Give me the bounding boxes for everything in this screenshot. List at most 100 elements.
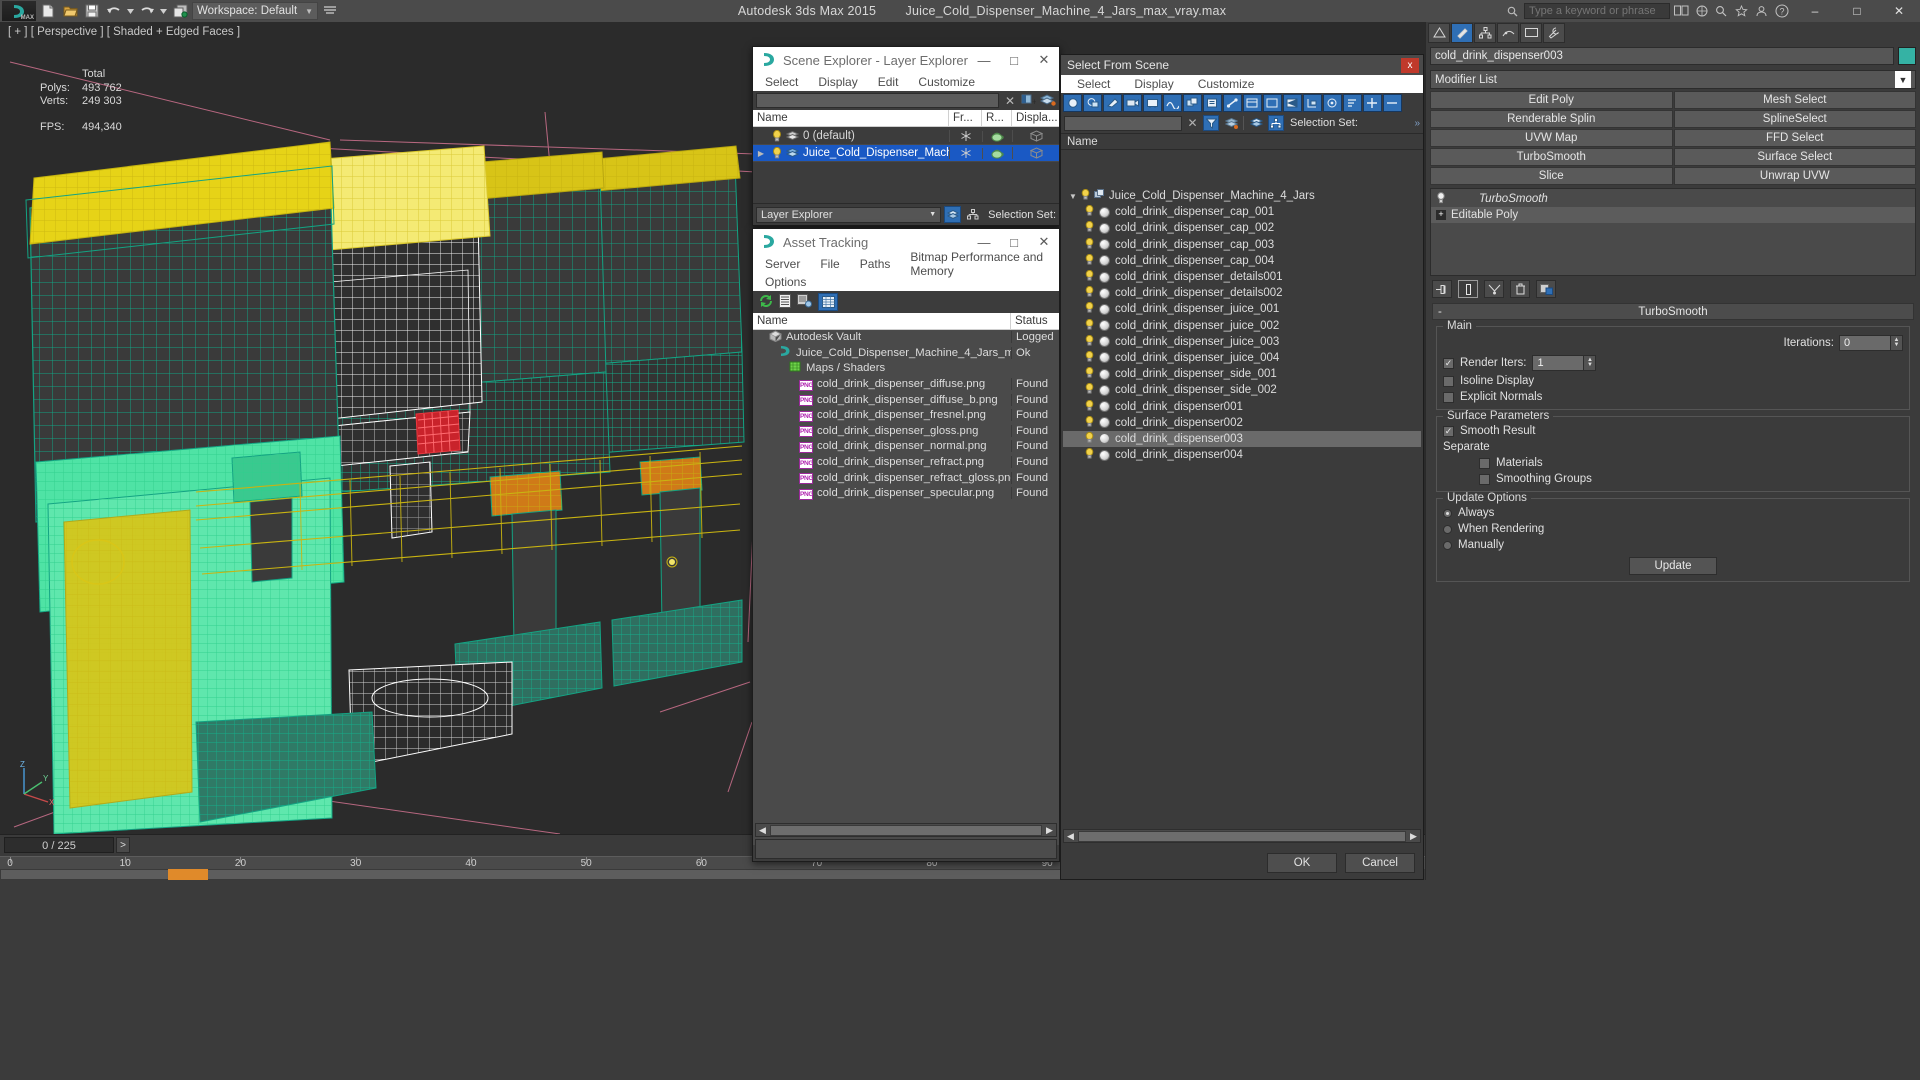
lightbulb-icon[interactable] — [1085, 253, 1094, 268]
object-name-input[interactable] — [1430, 47, 1894, 65]
col-freeze[interactable]: Fr... — [949, 109, 982, 127]
scene-object-row[interactable]: cold_drink_dispenser_cap_003 — [1063, 237, 1421, 253]
command-panel-tabs[interactable] — [1426, 22, 1920, 44]
none-filter-icon[interactable] — [1263, 94, 1282, 112]
explorer-mode-dropdown[interactable]: Layer Explorer ▼ — [756, 206, 942, 223]
layer-list-icon[interactable] — [1248, 115, 1264, 131]
select-from-scene-hscrollbar[interactable]: ◀ ▶ — [1063, 829, 1421, 843]
help-icon[interactable]: ? — [1773, 3, 1790, 20]
undo-icon[interactable] — [104, 1, 124, 21]
refresh-icon[interactable] — [759, 294, 773, 311]
modifier-button-surface-select[interactable]: Surface Select — [1673, 148, 1916, 166]
scene-object-row[interactable]: cold_drink_dispenser004 — [1063, 447, 1421, 463]
smoothing-groups-checkbox[interactable] — [1479, 473, 1490, 485]
influences-icon[interactable] — [1323, 94, 1342, 112]
col-name[interactable]: Name — [753, 109, 949, 127]
scroll-left-icon[interactable]: ◀ — [1064, 831, 1077, 842]
col-render[interactable]: R... — [982, 109, 1012, 127]
lightbulb-icon[interactable] — [1085, 431, 1094, 446]
asset-row[interactable]: PNG cold_drink_dispenser_normal.png Found — [753, 439, 1059, 455]
overflow-icon[interactable]: » — [1414, 118, 1420, 129]
menu-display[interactable]: Display — [1134, 77, 1173, 91]
redo-dropdown-icon[interactable] — [159, 1, 168, 21]
chevron-down-icon[interactable]: ▼ — [1895, 71, 1911, 88]
freeze-toggle-icon[interactable] — [949, 147, 982, 159]
new-file-icon[interactable] — [38, 1, 58, 21]
asset-row[interactable]: PNG cold_drink_dispenser_refract.png Found — [753, 454, 1059, 471]
modifier-stack[interactable]: TurboSmooth + Editable Poly — [1430, 188, 1916, 276]
scene-object-row[interactable]: cold_drink_dispenser_cap_004 — [1063, 253, 1421, 269]
list-view-icon[interactable] — [779, 293, 791, 311]
groups-filter-icon[interactable] — [1183, 94, 1202, 112]
scene-object-row[interactable]: cold_drink_dispenser_side_001 — [1063, 366, 1421, 382]
project-folder-icon[interactable] — [170, 1, 190, 21]
render-iters-input[interactable] — [1532, 355, 1585, 371]
isoline-display-row[interactable]: Isoline Display — [1443, 375, 1903, 387]
asset-row[interactable]: PNG cold_drink_dispenser_diffuse_b.png Fou… — [753, 392, 1059, 408]
tab-utilities[interactable] — [1543, 23, 1565, 43]
menu-customize[interactable]: Customize — [1198, 77, 1255, 91]
modifier-button-mesh-select[interactable]: Mesh Select — [1673, 91, 1916, 109]
update-button[interactable]: Update — [1629, 557, 1717, 575]
render-iters-checkbox[interactable]: ✓ — [1443, 357, 1454, 369]
asset-tracking-rows[interactable]: Autodesk Vault Logged Juice_Cold_Dispenser… — [753, 330, 1059, 845]
scene-root-row[interactable]: ▼ Juice_Cold_Dispenser_Machine_4_Jars — [1063, 188, 1421, 204]
spacewarps-filter-icon[interactable] — [1163, 94, 1182, 112]
modifier-button-uvw-map[interactable]: UVW Map — [1430, 129, 1673, 147]
lightbulb-icon[interactable] — [769, 147, 784, 159]
display-toggle-icon[interactable] — [1012, 130, 1059, 142]
update-always-row[interactable]: Always — [1443, 507, 1903, 519]
lightbulb-icon[interactable] — [1085, 334, 1094, 349]
modifier-button-edit-poly[interactable]: Edit Poly — [1430, 91, 1673, 109]
col-name[interactable]: Name — [753, 312, 1011, 330]
tab-modify[interactable] — [1451, 23, 1473, 43]
update-manually-radio[interactable] — [1443, 540, 1452, 550]
scene-object-row[interactable]: cold_drink_dispenser003 — [1063, 430, 1421, 447]
menu-select[interactable]: Select — [1077, 77, 1110, 91]
turbosmooth-rollout-header[interactable]: - TurboSmooth — [1432, 303, 1914, 320]
scroll-thumb[interactable] — [1078, 830, 1406, 842]
hierarchy-view-toggle-icon[interactable] — [964, 206, 981, 223]
menu-bitmap-performance[interactable]: Bitmap Performance and Memory — [910, 250, 1059, 278]
stack-item-editable-poly[interactable]: + Editable Poly — [1431, 207, 1915, 223]
paths-view-icon[interactable] — [797, 293, 812, 311]
select-from-scene-filter-toolbar[interactable] — [1061, 93, 1423, 113]
object-color-swatch[interactable] — [1898, 47, 1916, 65]
scene-object-row[interactable]: cold_drink_dispenser002 — [1063, 415, 1421, 431]
expand-plus-icon[interactable]: + — [1436, 210, 1446, 220]
menu-paths[interactable]: Paths — [860, 257, 891, 271]
smooth-result-row[interactable]: ✓ Smooth Result — [1443, 425, 1903, 437]
expand-arrow-icon[interactable]: ▼ — [1069, 192, 1077, 201]
save-file-icon[interactable] — [82, 1, 102, 21]
scene-object-row[interactable]: cold_drink_dispenser_details002 — [1063, 285, 1421, 301]
scene-explorer-search-input[interactable] — [756, 93, 999, 108]
xrefs-filter-icon[interactable] — [1203, 94, 1222, 112]
layer-row[interactable]: ▶ Juice_Cold_Dispenser_Machine_4_Jars — [753, 145, 1059, 162]
lightbulb-icon[interactable] — [1085, 415, 1094, 430]
current-frame-field[interactable]: 0 / 225 — [4, 837, 114, 853]
lightbulb-icon[interactable] — [1085, 318, 1094, 333]
lights-filter-icon[interactable] — [1103, 94, 1122, 112]
scene-object-row[interactable]: cold_drink_dispenser_juice_003 — [1063, 334, 1421, 350]
show-end-result-icon[interactable] — [1458, 280, 1478, 298]
scroll-left-icon[interactable]: ◀ — [756, 825, 769, 836]
tab-display[interactable] — [1520, 23, 1542, 43]
asset-row[interactable]: PNG cold_drink_dispenser_specular.png Foun… — [753, 485, 1059, 502]
scene-explorer-minimize[interactable]: — — [969, 47, 999, 73]
modifier-button-ffd-select[interactable]: FFD Select — [1673, 129, 1916, 147]
modifier-button-turbosmooth[interactable]: TurboSmooth — [1430, 148, 1673, 166]
layer-view-toggle-icon[interactable] — [944, 206, 962, 223]
clear-search-icon[interactable]: ✕ — [1186, 116, 1199, 130]
lightbulb-icon[interactable] — [1085, 269, 1094, 284]
collapse-all-icon[interactable] — [1383, 94, 1402, 112]
display-children-icon[interactable] — [1303, 94, 1322, 112]
add-layer-icon[interactable]: + — [1021, 93, 1037, 109]
tab-create[interactable] — [1428, 23, 1450, 43]
lightbulb-icon[interactable] — [1085, 286, 1094, 300]
render-iters-spinner[interactable]: ▲▼ — [1532, 355, 1597, 371]
favorites-star-icon[interactable] — [1733, 3, 1750, 20]
select-from-scene-list[interactable]: ▼ Juice_Cold_Dispenser_Machine_4_Jars co… — [1063, 188, 1421, 821]
keyword-search-input[interactable] — [1524, 3, 1670, 19]
modifier-buttons-grid[interactable]: Edit Poly Mesh Select Renderable Splin Spli… — [1430, 91, 1916, 185]
time-slider-handle[interactable] — [168, 869, 208, 880]
